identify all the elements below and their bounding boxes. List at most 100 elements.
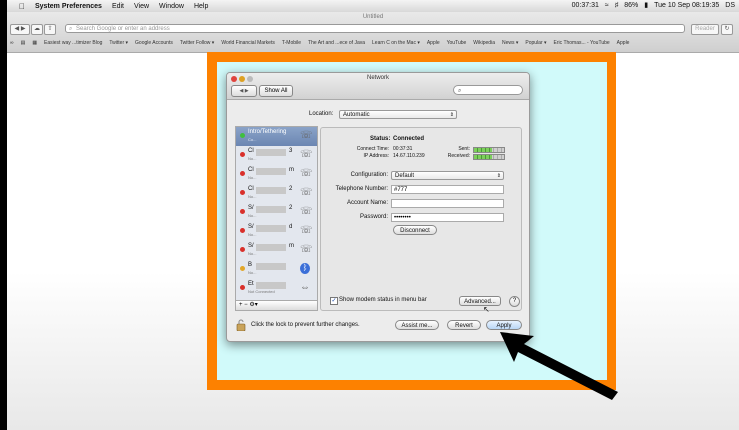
status-dot [240, 266, 245, 271]
location-popup[interactable]: Automatic ⇕ [339, 110, 457, 119]
service-name: B [248, 262, 253, 268]
ip-address-value: 14.67.110.239 [393, 153, 425, 159]
bookmark-item[interactable]: T-Mobile [282, 40, 301, 46]
service-name: Cl [248, 167, 254, 173]
service-list-item[interactable]: S/2 No... ☏ [236, 203, 317, 222]
clock[interactable]: Tue 10 Sep 08:19:35 [654, 2, 719, 9]
wifi-icon[interactable]: ≈ [605, 2, 609, 9]
help-button[interactable]: ? [509, 296, 520, 307]
sent-meter-fill [474, 148, 492, 152]
service-status-text: No... [248, 156, 257, 161]
bookmark-item[interactable]: Easiest way ...timizer Blog [44, 40, 102, 46]
bookmark-item[interactable]: YouTube [447, 40, 467, 46]
service-name-suffix: 2 [289, 205, 293, 211]
share-icon[interactable]: ⇧ [44, 24, 56, 35]
redacted-text [256, 168, 286, 175]
cursor-pointer-icon: ↖ [483, 305, 490, 314]
annotation-arrow [500, 332, 618, 400]
address-bar[interactable]: ⌕ Search Google or enter an address [65, 24, 685, 33]
reload-icon[interactable]: ↻ [721, 24, 733, 35]
sent-label: Sent: [458, 146, 470, 152]
battery-label[interactable]: 86% [624, 2, 638, 9]
password-field[interactable]: •••••••• [391, 213, 504, 222]
window-titlebar: Network ◀ ▶ Show All ⌕ [227, 73, 529, 100]
window-title: Untitled [362, 14, 384, 20]
bookmark-item[interactable]: Learn C on the Mac ▾ [372, 40, 420, 46]
service-list-item[interactable]: Cl m No... ☏ [236, 165, 317, 184]
service-status-text: No... [248, 175, 257, 180]
redacted-text [256, 244, 286, 251]
menu-edit[interactable]: Edit [112, 3, 124, 10]
service-name: Et [248, 281, 254, 287]
service-list-item[interactable]: Intro/Tethering Co... ☏ [236, 127, 317, 146]
service-list-item[interactable]: S/d No... ☏ [236, 222, 317, 241]
advanced-button[interactable]: Advanced... [459, 296, 501, 306]
status-dot [240, 133, 245, 138]
bookmark-item[interactable]: The Art and ...ece of Java [308, 40, 365, 46]
disconnect-button[interactable]: Disconnect [393, 225, 437, 235]
service-list-item[interactable]: Cl 2 No... ☏ [236, 184, 317, 203]
bookmarks-bar: ∞ ▤ ▦ Easiest way ...timizer Blog Twitte… [7, 38, 739, 48]
modem-status-checkbox[interactable]: ✓ [330, 297, 338, 305]
bookmark-item[interactable]: Twitter ▾ [109, 40, 128, 46]
battery-icon[interactable]: ▮ [644, 1, 648, 9]
service-name-suffix: m [289, 167, 294, 173]
service-list: Intro/Tethering Co... ☏ Cl 3 No... ☏ Cl m No... ☏ C… [235, 126, 318, 302]
reader-button[interactable]: Reader [691, 24, 719, 35]
reading-list-icon[interactable]: ∞ [10, 40, 14, 46]
status-menus: 00:37:31 ≈ ♯ 86% ▮ Tue 10 Sep 08:19:35 D… [572, 1, 735, 10]
bookmark-item[interactable]: World Financial Markets [221, 40, 275, 46]
bookmark-item[interactable]: Apple [427, 40, 440, 46]
address-placeholder: Search Google or enter an address [76, 26, 170, 32]
window-title: Network [366, 75, 389, 81]
service-list-item[interactable]: S/m No... ☏ [236, 241, 317, 260]
status-dot [240, 209, 245, 214]
configuration-popup[interactable]: Default ⇕ [391, 171, 504, 180]
account-name-field[interactable] [391, 199, 504, 208]
apply-button[interactable]: Apply [486, 320, 522, 330]
status-label: Status: [370, 136, 391, 142]
bookmark-item[interactable]: Apple [617, 40, 630, 46]
volume-icon[interactable]: ♯ [615, 2, 619, 9]
menu-bar:  System Preferences Edit View Window He… [7, 0, 739, 12]
phone-icon: ☏ [300, 149, 313, 160]
service-list-item[interactable]: Cl 3 No... ☏ [236, 146, 317, 165]
phone-icon: ☏ [300, 130, 313, 141]
nav-arrows[interactable]: ◀ ▶ [231, 85, 257, 97]
bookmark-item[interactable]: Twitter Follow ▾ [180, 40, 214, 46]
back-forward-button[interactable]: ◀ ▶ [10, 24, 30, 35]
bookmark-item[interactable]: News ▾ [502, 40, 518, 46]
received-meter [473, 154, 505, 160]
bookmark-item[interactable]: Google Accounts [135, 40, 173, 46]
bookmark-item[interactable]: Wikipedia [473, 40, 495, 46]
service-list-item[interactable]: Et Not Connected ⇔ [236, 279, 317, 298]
revert-button[interactable]: Revert [447, 320, 481, 330]
bookmark-item[interactable]: Eric Thomas... - YouTube [554, 40, 610, 46]
redacted-text [256, 225, 286, 232]
top-sites-icon[interactable]: ▦ [32, 40, 37, 46]
assist-me-button[interactable]: Assist me... [395, 320, 439, 330]
lock-icon[interactable] [236, 319, 246, 331]
menu-window[interactable]: Window [159, 3, 184, 10]
bookmarks-icon[interactable]: ▤ [21, 40, 26, 46]
timer-readout[interactable]: 00:37:31 [572, 2, 599, 9]
status-dot [240, 285, 245, 290]
apple-menu-icon[interactable]:  [19, 2, 25, 11]
search-field[interactable]: ⌕ [453, 85, 523, 95]
chevron-updown-icon: ⇕ [449, 112, 454, 118]
menu-system-preferences[interactable]: System Preferences [35, 3, 102, 10]
show-all-button[interactable]: Show All [259, 85, 293, 97]
menu-view[interactable]: View [134, 3, 149, 10]
configuration-value: Default [395, 173, 415, 179]
cloud-icon[interactable]: ☁ [31, 24, 43, 35]
connect-time-value: 00:37:31 [393, 146, 413, 152]
bookmark-item[interactable]: Popular ▾ [525, 40, 546, 46]
user-name[interactable]: DS [725, 2, 735, 9]
telephone-number-field[interactable]: #777 [391, 185, 504, 194]
browser-toolbar: ◀ ▶ ☁ ⇧ ⌕ Search Google or enter an addr… [7, 23, 739, 35]
service-list-item[interactable]: B No... ᛒ [236, 260, 317, 279]
menu-help[interactable]: Help [194, 3, 208, 10]
list-controls[interactable]: + − ⚙▾ [236, 302, 258, 308]
service-name: S/ [248, 205, 254, 211]
service-list-controls[interactable]: + − ⚙▾ [235, 300, 318, 311]
